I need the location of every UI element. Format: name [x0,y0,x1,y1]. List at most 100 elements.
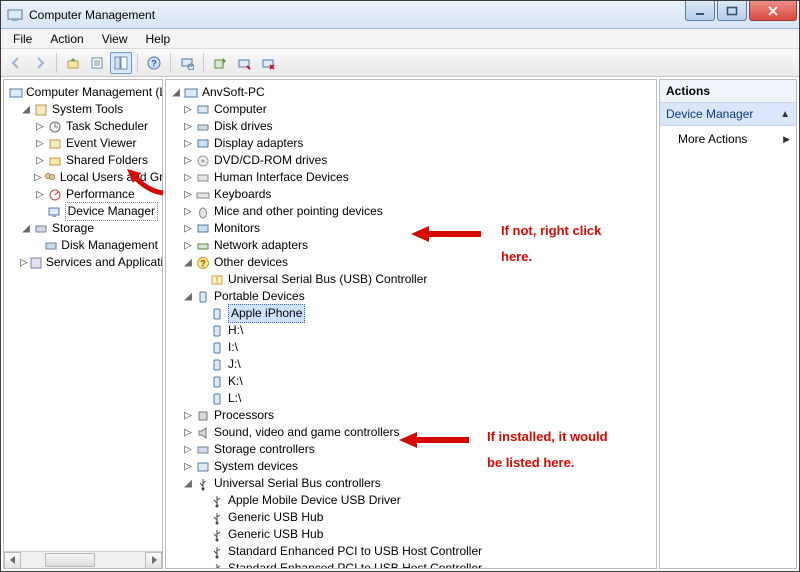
expander-icon[interactable]: ▷ [182,186,194,203]
svg-text:?: ? [200,258,206,268]
dev-drive-i[interactable]: I:\ [168,339,654,356]
tb-up-button[interactable] [62,52,84,74]
dev-ehci-controller[interactable]: Standard Enhanced PCI to USB Host Contro… [168,543,654,560]
scroll-thumb[interactable] [45,553,95,567]
left-horizontal-scrollbar[interactable] [4,551,162,568]
expander-icon[interactable]: ◢ [182,288,194,305]
dev-drive-j[interactable]: J:\ [168,356,654,373]
expander-icon[interactable]: ▷ [20,254,28,271]
scroll-right-button[interactable] [145,552,162,569]
dev-apple-mobile-usb-driver[interactable]: Apple Mobile Device USB Driver [168,492,654,509]
portable-device-icon [209,357,225,373]
expander-icon[interactable]: ▷ [182,220,194,237]
expander-icon[interactable]: ◢ [20,220,32,237]
tree-disk-management[interactable]: Disk Management [6,237,160,254]
cat-usb-controllers[interactable]: ◢Universal Serial Bus controllers [168,475,654,492]
computer-management-icon [9,85,23,101]
tree-services-applications[interactable]: ▷Services and Applications [6,254,160,271]
dev-generic-usb-hub[interactable]: Generic USB Hub [168,509,654,526]
device-manager-pane[interactable]: ◢AnvSoft-PC ▷Computer ▷Disk drives ▷Disp… [165,79,657,569]
menu-action[interactable]: Action [42,30,91,48]
devtree-root[interactable]: ◢AnvSoft-PC [168,84,654,101]
expander-icon[interactable]: ▷ [182,101,194,118]
tb-console-tree-button[interactable] [110,52,132,74]
performance-icon [47,187,63,203]
cat-disk-drives[interactable]: ▷Disk drives [168,118,654,135]
expander-icon[interactable]: ▷ [182,458,194,475]
dev-drive-l[interactable]: L:\ [168,390,654,407]
cat-keyboards[interactable]: ▷Keyboards [168,186,654,203]
expander-icon[interactable]: ◢ [170,84,182,101]
tree-device-manager[interactable]: Device Manager [6,203,160,220]
expander-icon[interactable]: ▷ [182,169,194,186]
console-tree-pane[interactable]: Computer Management (Local ◢ System Tool… [3,79,163,569]
expander-icon[interactable]: ▷ [34,169,42,186]
expander-icon[interactable]: ▷ [182,203,194,220]
scroll-track[interactable] [21,552,145,569]
tree-root-computer-management[interactable]: Computer Management (Local [6,84,160,101]
expander-icon[interactable]: ▷ [34,118,46,135]
tb-help-button[interactable]: ? [143,52,165,74]
dev-apple-iphone[interactable]: Apple iPhone [168,305,654,322]
tree-local-users-groups[interactable]: ▷Local Users and Groups [6,169,160,186]
tree-task-scheduler[interactable]: ▷Task Scheduler [6,118,160,135]
tree-event-viewer[interactable]: ▷Event Viewer [6,135,160,152]
expander-icon[interactable]: ▷ [182,135,194,152]
expander-icon[interactable]: ◢ [20,101,32,118]
dev-drive-h[interactable]: H:\ [168,322,654,339]
scroll-left-button[interactable] [4,552,21,569]
cat-monitors[interactable]: ▷Monitors [168,220,654,237]
tb-scan-hardware-button[interactable] [176,52,198,74]
expander-icon[interactable]: ▷ [182,237,194,254]
tree-storage[interactable]: ◢Storage [6,220,160,237]
tree-system-tools[interactable]: ◢ System Tools [6,101,160,118]
cat-processors[interactable]: ▷Processors [168,407,654,424]
tree-performance[interactable]: ▷Performance [6,186,160,203]
menu-help[interactable]: Help [138,30,179,48]
dev-generic-usb-hub[interactable]: Generic USB Hub [168,526,654,543]
actions-section-device-manager[interactable]: Device Manager [660,103,796,126]
expander-icon[interactable]: ▷ [182,424,194,441]
cat-hid[interactable]: ▷Human Interface Devices [168,169,654,186]
cat-system-devices[interactable]: ▷System devices [168,458,654,475]
titlebar[interactable]: Computer Management [1,1,799,29]
cat-dvd-cdrom[interactable]: ▷DVD/CD-ROM drives [168,152,654,169]
toolbar: ? [1,49,799,77]
cat-storage-controllers[interactable]: ▷Storage controllers [168,441,654,458]
menu-file[interactable]: File [5,30,40,48]
cat-computer[interactable]: ▷Computer [168,101,654,118]
expander-icon[interactable]: ◢ [182,254,194,271]
cat-display-adapters[interactable]: ▷Display adapters [168,135,654,152]
window-buttons [685,1,799,28]
dev-ehci-controller[interactable]: Standard Enhanced PCI to USB Host Contro… [168,560,654,569]
expander-icon[interactable]: ▷ [34,135,46,152]
tb-disable-button[interactable] [233,52,255,74]
expander-icon[interactable]: ▷ [34,186,46,203]
tb-forward-button[interactable] [29,52,51,74]
expander-icon[interactable]: ◢ [182,475,194,492]
maximize-button[interactable] [717,1,747,21]
dev-drive-k[interactable]: K:\ [168,373,654,390]
tb-properties-button[interactable] [86,52,108,74]
expander-icon[interactable]: ▷ [182,152,194,169]
cat-sound-video-game[interactable]: ▷Sound, video and game controllers [168,424,654,441]
expander-icon[interactable]: ▷ [34,152,46,169]
menu-view[interactable]: View [94,30,136,48]
tb-back-button[interactable] [5,52,27,74]
mouse-icon [195,204,211,220]
minimize-button[interactable] [685,1,715,21]
tb-uninstall-button[interactable] [257,52,279,74]
keyboard-icon [195,187,211,203]
dev-other-usb-controller[interactable]: !Universal Serial Bus (USB) Controller [168,271,654,288]
expander-icon[interactable]: ▷ [182,118,194,135]
cat-other-devices[interactable]: ◢?Other devices [168,254,654,271]
cat-network-adapters[interactable]: ▷Network adapters [168,237,654,254]
tree-shared-folders[interactable]: ▷Shared Folders [6,152,160,169]
close-button[interactable] [749,1,797,21]
cat-portable-devices[interactable]: ◢Portable Devices [168,288,654,305]
cat-mice[interactable]: ▷Mice and other pointing devices [168,203,654,220]
actions-more-actions[interactable]: More Actions [660,126,796,152]
expander-icon[interactable]: ▷ [182,441,194,458]
tb-update-driver-button[interactable] [209,52,231,74]
expander-icon[interactable]: ▷ [182,407,194,424]
